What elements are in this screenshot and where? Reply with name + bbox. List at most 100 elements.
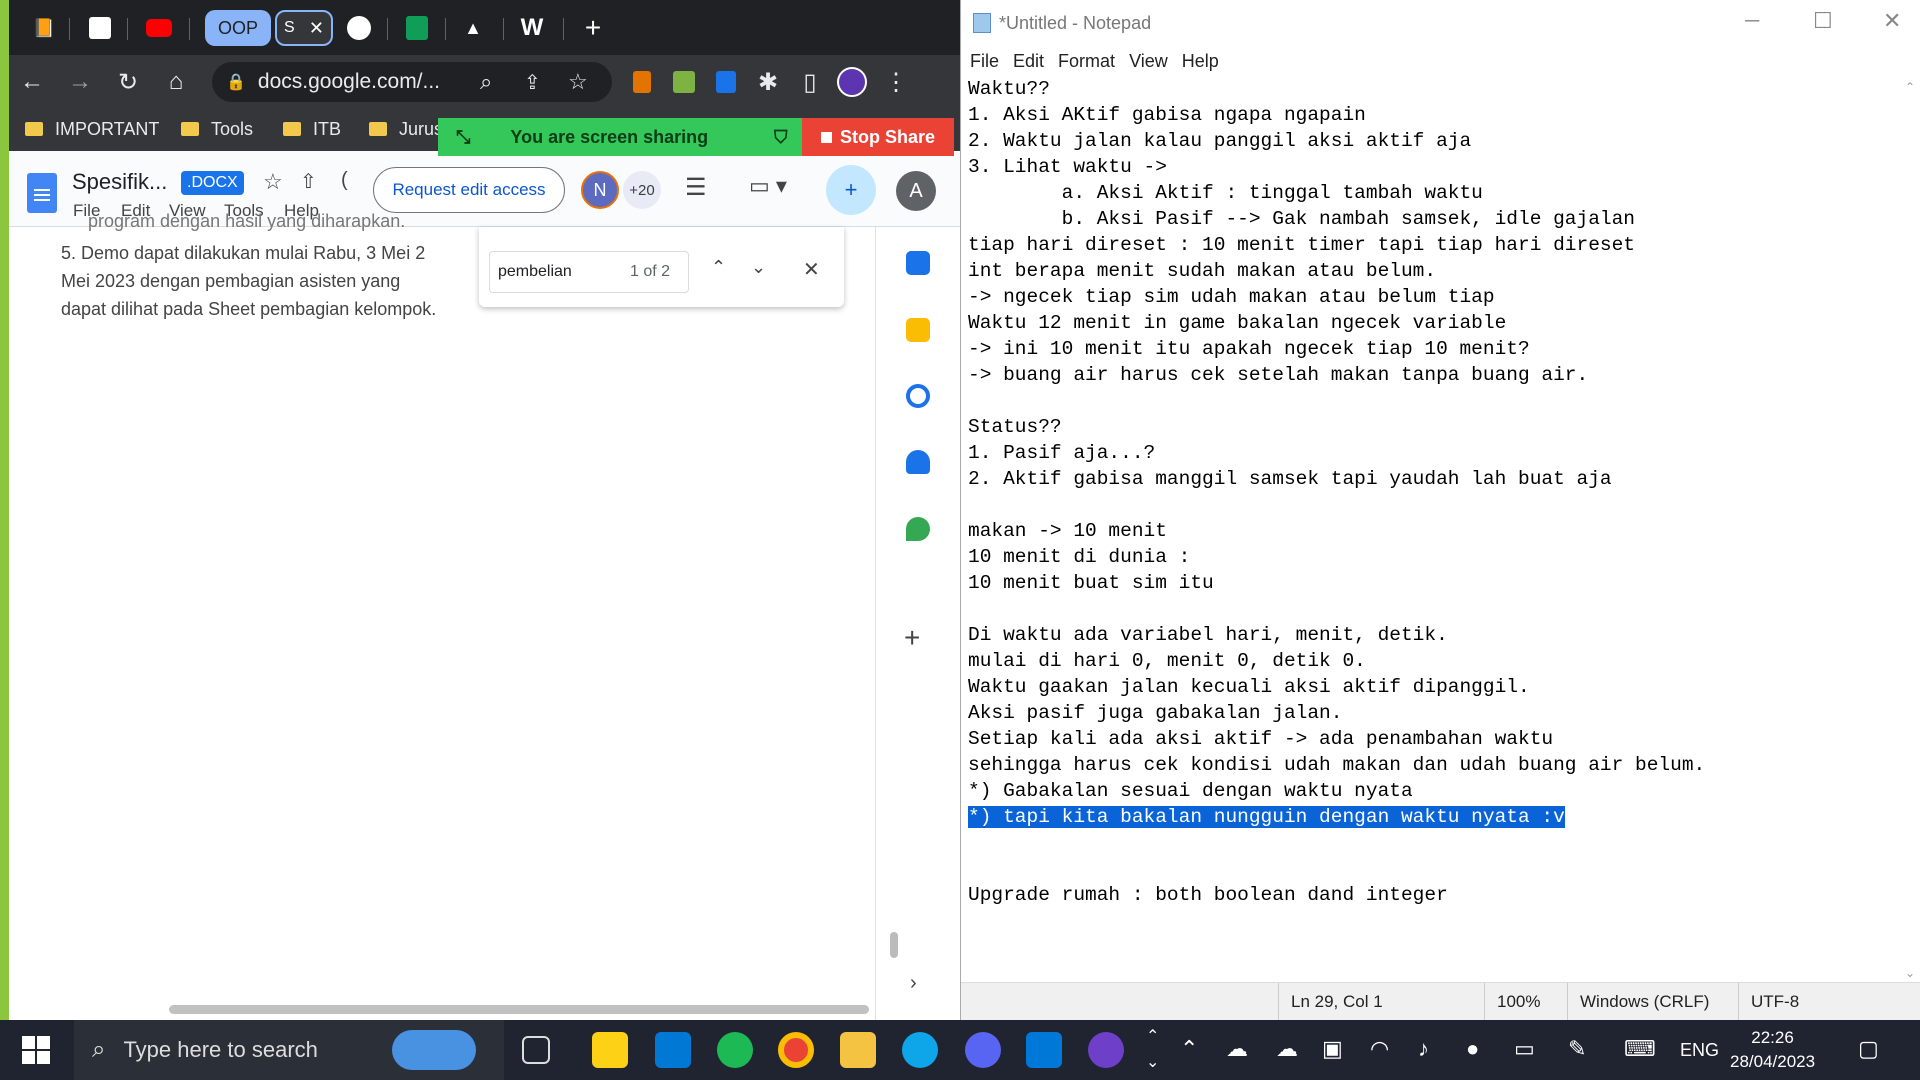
language-indicator[interactable]: ENG xyxy=(1680,1040,1719,1061)
star-icon[interactable]: ☆ xyxy=(263,169,283,195)
google-docs-icon[interactable] xyxy=(27,173,57,213)
screen-share-bar: ⤡ You are screen sharing ⛉ Stop Share xyxy=(438,118,958,156)
collaborator-avatar[interactable]: N xyxy=(581,171,619,209)
bookmark-folder-itb[interactable]: ITB xyxy=(283,115,341,143)
github-tab[interactable] xyxy=(341,10,377,46)
keep-icon[interactable] xyxy=(906,318,930,342)
text-line: 10 menit buat sim itu xyxy=(968,572,1214,594)
menu-help[interactable]: Help xyxy=(1182,51,1219,72)
tab-favicon-2[interactable] xyxy=(85,10,115,46)
shield-icon: ⛉ xyxy=(774,126,788,147)
chrome-taskbar-icon[interactable] xyxy=(778,1032,814,1068)
bookmark-folder-important[interactable]: IMPORTANT xyxy=(25,115,159,143)
tab-group-oop[interactable]: OOP xyxy=(205,10,271,46)
request-edit-access-button[interactable]: Request edit access xyxy=(373,167,565,213)
show-hidden-icons[interactable]: ⌃ xyxy=(1180,1036,1198,1062)
document-title[interactable]: Spesifik... xyxy=(72,169,167,195)
home-icon[interactable]: ⌂ xyxy=(159,65,193,99)
keyboard-icon[interactable]: ⌨ xyxy=(1624,1036,1656,1062)
menu-view[interactable]: View xyxy=(1129,51,1168,72)
tab-active[interactable]: S ✕ xyxy=(275,10,333,46)
forward-icon[interactable]: → xyxy=(63,65,97,99)
menu-edit[interactable]: Edit xyxy=(1013,51,1044,72)
bookmark-star-icon[interactable]: ☆ xyxy=(568,69,588,95)
find-close-icon[interactable]: ✕ xyxy=(803,257,820,282)
extensions-puzzle-icon[interactable]: ✱ xyxy=(751,65,785,99)
text-line: 1. Pasif aja...? xyxy=(968,442,1156,464)
edge-icon[interactable] xyxy=(902,1032,938,1068)
vertical-scrollbar[interactable] xyxy=(890,932,898,958)
notepad-text-area[interactable]: Waktu?? 1. Aksi AKtif gabisa ngapa ngapai… xyxy=(968,76,1898,976)
file-explorer-icon[interactable] xyxy=(840,1032,876,1068)
discord-icon[interactable] xyxy=(965,1032,1001,1068)
contacts-icon[interactable] xyxy=(906,450,930,474)
collapse-panel-icon[interactable]: › xyxy=(910,972,917,995)
vscode-icon[interactable] xyxy=(1026,1032,1062,1068)
profile-avatar-icon[interactable] xyxy=(835,65,869,99)
drive-tab[interactable]: ▲ xyxy=(455,10,491,46)
mail-icon[interactable] xyxy=(655,1032,691,1068)
line-ending: Windows (CRLF) xyxy=(1567,983,1709,1021)
text-line: Aksi pasif juga gabakalan jalan. xyxy=(968,702,1343,724)
account-avatar[interactable]: A xyxy=(896,171,936,211)
chrome-menu-icon[interactable]: ⋮ xyxy=(879,65,913,99)
pen-icon[interactable]: ✎ xyxy=(1568,1036,1586,1062)
menu-format[interactable]: Format xyxy=(1058,51,1115,72)
maps-icon[interactable] xyxy=(906,517,930,541)
extension-green-icon[interactable] xyxy=(667,65,701,99)
side-panel-icon[interactable]: ▯ xyxy=(793,65,827,99)
more-collaborators-badge[interactable]: +20 xyxy=(623,171,661,209)
bookmark-folder-tools[interactable]: Tools xyxy=(181,115,253,143)
github-desktop-icon[interactable] xyxy=(1088,1032,1124,1068)
menu-file[interactable]: File xyxy=(970,51,999,72)
windows-start-icon[interactable] xyxy=(22,1036,50,1064)
wiki-tab[interactable]: W xyxy=(514,10,550,46)
horizontal-scrollbar[interactable] xyxy=(169,1005,869,1014)
volume-icon[interactable]: ♪ xyxy=(1418,1036,1429,1062)
find-previous-icon[interactable]: ⌃ xyxy=(711,257,726,278)
battery-icon[interactable]: ▭ xyxy=(1514,1036,1535,1062)
search-highlight-icon xyxy=(392,1030,476,1070)
share-icon[interactable]: ⇪ xyxy=(524,70,541,95)
zoom-icon[interactable]: ⌕ xyxy=(480,69,492,95)
screen-icon[interactable]: ▣ xyxy=(1322,1036,1343,1062)
screen-sharing-indicator[interactable]: ⤡ You are screen sharing ⛉ xyxy=(438,118,802,156)
taskbar-scroll-icon[interactable]: ⌃ ⌄ xyxy=(1146,1024,1159,1076)
share-drag-icon[interactable]: ⤡ xyxy=(456,127,470,148)
reload-icon[interactable]: ↻ xyxy=(111,65,145,99)
sheets-tab[interactable] xyxy=(399,10,435,46)
cloud-error-icon[interactable]: ☁ xyxy=(1276,1036,1298,1062)
clock[interactable]: 22:26 28/04/2023 xyxy=(1730,1026,1815,1074)
close-window-icon[interactable]: ✕ xyxy=(1883,8,1901,34)
calendar-icon[interactable] xyxy=(906,251,930,275)
task-view-icon[interactable] xyxy=(522,1036,550,1064)
spotify-icon[interactable] xyxy=(717,1032,753,1068)
sticky-notes-icon[interactable] xyxy=(592,1032,628,1068)
close-tab-icon[interactable]: ✕ xyxy=(309,18,324,39)
add-addon-icon[interactable]: + xyxy=(904,622,920,654)
vertical-scrollbar[interactable]: ⌃ ⌄ xyxy=(1901,80,1920,980)
stop-share-button[interactable]: Stop Share xyxy=(802,118,954,156)
find-query: pembelian xyxy=(498,263,572,280)
new-tab-button[interactable]: + xyxy=(575,10,611,46)
extension-cup-icon[interactable] xyxy=(625,65,659,99)
find-next-icon[interactable]: ⌄ xyxy=(751,257,766,278)
move-to-drive-icon[interactable]: ⇧ xyxy=(300,169,317,194)
tab-favicon-1[interactable]: 📙 xyxy=(29,10,59,46)
onedrive-icon[interactable]: ☁ xyxy=(1226,1036,1248,1062)
wifi-icon[interactable]: ◠ xyxy=(1370,1036,1389,1062)
tasks-icon[interactable] xyxy=(906,384,930,408)
minimize-icon[interactable]: ─ xyxy=(1745,10,1759,33)
steam-icon[interactable]: ● xyxy=(1466,1036,1479,1062)
notifications-icon[interactable]: ▢ xyxy=(1858,1036,1879,1062)
share-add-person-icon[interactable]: + xyxy=(826,165,876,215)
find-input[interactable]: pembelian 1 of 2 xyxy=(489,251,689,293)
youtube-tab[interactable] xyxy=(141,10,177,46)
meet-video-icon[interactable]: ▭ ▾ xyxy=(749,173,787,199)
taskbar-search[interactable]: ⌕ Type here to search xyxy=(74,1020,504,1080)
comments-icon[interactable]: ☰ xyxy=(685,173,707,202)
back-icon[interactable]: ← xyxy=(15,65,49,99)
extension-blue-icon[interactable] xyxy=(709,65,743,99)
address-bar[interactable]: 🔒 docs.google.com/... ⌕ ⇪ ☆ xyxy=(212,62,612,102)
maximize-icon[interactable]: ☐ xyxy=(1813,8,1833,34)
